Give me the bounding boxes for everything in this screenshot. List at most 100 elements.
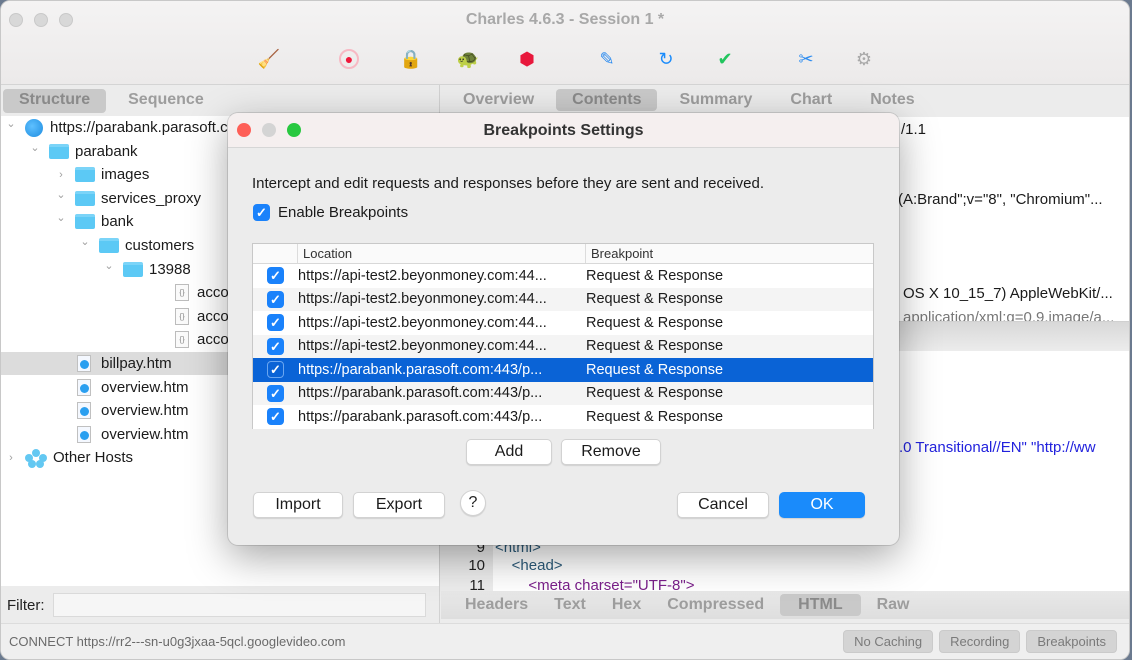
row-enable-cell: ✓ <box>253 290 298 308</box>
breakpoint-stop-icon[interactable]: ⬢ <box>515 47 539 71</box>
dialog-title: Breakpoints Settings <box>483 122 644 139</box>
row-enabled-checkbox[interactable]: ✓ <box>267 337 284 355</box>
tab-sequence[interactable]: Sequence <box>112 89 220 113</box>
doctype-text: .0 Transitional//EN" "http://ww <box>899 439 1096 456</box>
tab-structure[interactable]: Structure <box>3 89 107 113</box>
folder-icon <box>75 190 95 206</box>
import-button[interactable]: Import <box>253 492 343 518</box>
breakpoint-row[interactable]: ✓ https://api-test2.beyonmoney.com:44... R… <box>253 334 873 358</box>
breakpoint-row[interactable]: ✓ https://api-test2.beyonmoney.com:44... R… <box>253 311 873 335</box>
chevron-right-icon[interactable]: › <box>5 452 17 464</box>
tree-item-label: parabank <box>75 142 138 160</box>
breakpoint-row[interactable]: ✓ https://parabank.parasoft.com:443/p... R… <box>253 381 873 405</box>
row-enabled-checkbox[interactable]: ✓ <box>267 314 284 332</box>
no-caching-button[interactable]: No Caching <box>843 630 934 653</box>
breakpoints-status-button[interactable]: Breakpoints <box>1026 630 1117 653</box>
html-file-icon <box>77 425 91 443</box>
cancel-button[interactable]: Cancel <box>677 492 769 518</box>
row-enabled-checkbox[interactable]: ✓ <box>267 408 284 426</box>
row-enabled-checkbox[interactable]: ✓ <box>267 290 284 308</box>
refresh-icon[interactable]: ↻ <box>654 47 678 71</box>
tab-raw[interactable]: Raw <box>867 594 920 616</box>
filter-row: Filter: <box>1 591 439 619</box>
pen-icon[interactable]: ✎ <box>595 47 619 71</box>
folder-icon <box>75 214 95 230</box>
dialog-close-button[interactable] <box>237 123 251 137</box>
breakpoint-row[interactable]: ✓ https://parabank.parasoft.com:443/p... R… <box>253 405 873 429</box>
breakpoint-type-cell: Request & Response <box>586 361 724 378</box>
breakpoint-type-cell: Request & Response <box>586 291 724 308</box>
column-header-enabled[interactable] <box>253 244 298 263</box>
ssl-lock-icon[interactable]: 🔒 <box>399 47 423 71</box>
row-enabled-checkbox[interactable]: ✓ <box>267 361 284 379</box>
title-bar: Charles 4.6.3 - Session 1 * 🧹 ● 🔒 🐢 ⬢ ✎ ↻ ✔ ✂ ⚙ <box>1 1 1129 85</box>
tab-overview[interactable]: Overview <box>447 89 550 111</box>
record-icon[interactable]: ● <box>339 49 359 69</box>
turtle-icon[interactable]: 🐢 <box>456 47 480 71</box>
check-icon[interactable]: ✔ <box>713 47 737 71</box>
help-button[interactable]: ? <box>460 490 486 516</box>
enable-breakpoints-checkbox[interactable]: ✓ Enable Breakpoints <box>253 204 408 221</box>
tab-summary[interactable]: Summary <box>663 89 768 111</box>
chevron-down-icon[interactable]: ⌄ <box>29 141 41 154</box>
right-pane-tabs: Overview Contents Summary Chart Notes <box>447 89 931 111</box>
tab-hex[interactable]: Hex <box>602 594 651 616</box>
recording-button[interactable]: Recording <box>939 630 1021 653</box>
tab-compressed[interactable]: Compressed <box>657 594 774 616</box>
chevron-down-icon[interactable]: ⌄ <box>79 235 91 248</box>
gear-icon[interactable]: ⚙ <box>852 47 876 71</box>
dialog-minimize-button <box>262 123 276 137</box>
tree-item-label: images <box>101 166 150 184</box>
breakpoint-type-cell: Request & Response <box>586 314 724 331</box>
export-button[interactable]: Export <box>353 492 445 518</box>
dialog-title-bar: Breakpoints Settings <box>228 113 899 148</box>
tools-icon[interactable]: ✂ <box>794 47 818 71</box>
breakpoint-type-cell: Request & Response <box>586 408 724 425</box>
tree-item-label: overview.htm <box>101 425 189 443</box>
breakpoint-row[interactable]: ✓ https://api-test2.beyonmoney.com:44... R… <box>253 287 873 311</box>
tab-contents[interactable]: Contents <box>556 89 658 111</box>
code-line: 11 <meta charset="UTF-8"> <box>441 577 1129 591</box>
tab-text[interactable]: Text <box>544 594 596 616</box>
location-cell: https://api-test2.beyonmoney.com:44... <box>298 291 547 308</box>
column-header-breakpoint[interactable]: Breakpoint <box>586 244 873 263</box>
remove-button[interactable]: Remove <box>561 439 661 465</box>
row-enable-cell: ✓ <box>253 337 298 355</box>
enable-breakpoints-label: Enable Breakpoints <box>278 204 409 221</box>
dialog-zoom-button[interactable] <box>287 123 301 137</box>
breakpoints-settings-dialog: Breakpoints Settings Intercept and edit … <box>228 113 899 545</box>
row-enable-cell: ✓ <box>253 314 298 332</box>
column-header-location[interactable]: Location <box>298 244 586 263</box>
status-text: CONNECT https://rr2---sn-u0g3jxaa-5qcl.g… <box>9 634 346 649</box>
table-header: Location Breakpoint <box>253 244 873 264</box>
breakpoint-row[interactable]: ✓ https://parabank.parasoft.com:443/p... R… <box>253 358 873 382</box>
tab-chart[interactable]: Chart <box>774 89 848 111</box>
tab-notes[interactable]: Notes <box>854 89 930 111</box>
tree-item-label: overview.htm <box>101 402 189 420</box>
chevron-down-icon[interactable]: ⌄ <box>103 259 115 272</box>
status-bar: CONNECT https://rr2---sn-u0g3jxaa-5qcl.g… <box>1 623 1129 659</box>
chevron-right-icon[interactable]: › <box>55 169 67 181</box>
row-enable-cell: ✓ <box>253 361 298 379</box>
tab-html[interactable]: HTML <box>780 594 861 616</box>
html-file-icon <box>77 402 91 420</box>
checkbox-checked-icon[interactable]: ✓ <box>253 204 270 221</box>
breakpoint-type-cell: Request & Response <box>586 385 724 402</box>
row-enabled-checkbox[interactable]: ✓ <box>267 384 284 402</box>
tab-headers[interactable]: Headers <box>455 594 538 616</box>
tree-item-label: bank <box>101 213 134 231</box>
chevron-down-icon[interactable]: ⌄ <box>55 188 67 201</box>
add-button[interactable]: Add <box>466 439 552 465</box>
location-cell: https://parabank.parasoft.com:443/p... <box>298 385 543 402</box>
tree-item-label: billpay.htm <box>101 355 172 372</box>
broom-icon[interactable]: 🧹 <box>257 47 281 71</box>
chevron-down-icon[interactable]: ⌄ <box>55 211 67 224</box>
breakpoint-row[interactable]: ✓ https://api-test2.beyonmoney.com:44... R… <box>253 264 873 288</box>
location-cell: https://parabank.parasoft.com:443/p... <box>298 408 543 425</box>
chevron-down-icon[interactable]: ⌄ <box>5 117 17 130</box>
toolbar: 🧹 ● 🔒 🐢 ⬢ ✎ ↻ ✔ ✂ ⚙ <box>1 47 1129 73</box>
html-file-icon <box>77 355 91 372</box>
filter-input[interactable] <box>52 593 426 617</box>
ok-button[interactable]: OK <box>779 492 865 518</box>
row-enabled-checkbox[interactable]: ✓ <box>267 267 284 285</box>
